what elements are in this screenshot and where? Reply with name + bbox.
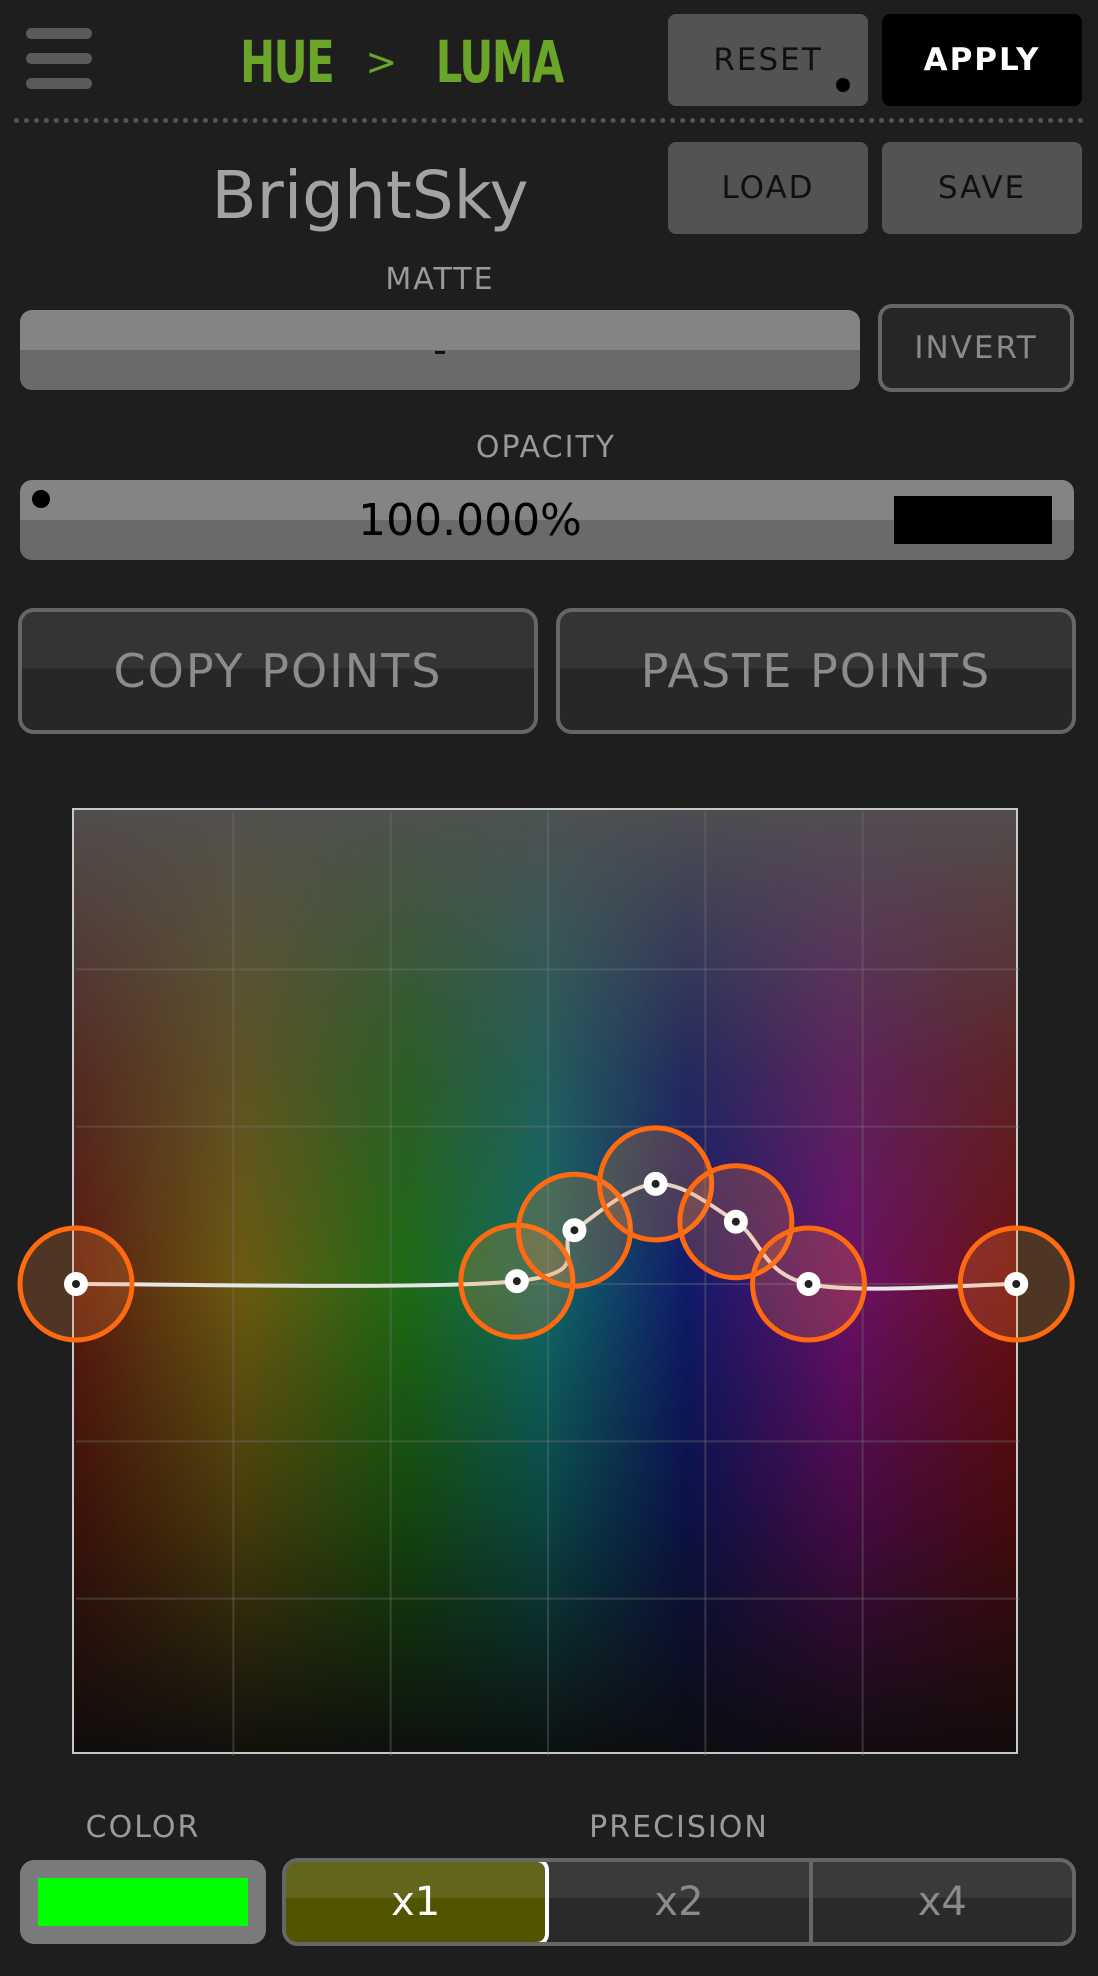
- save-button[interactable]: SAVE: [882, 142, 1082, 234]
- menu-bar-top: [26, 28, 92, 39]
- precision-x2-button[interactable]: x2: [549, 1862, 813, 1942]
- opacity-slider[interactable]: 100.000%: [20, 480, 1074, 560]
- matte-label: MATTE: [385, 262, 495, 297]
- control-point-center: [72, 1280, 80, 1288]
- hamburger-menu-icon[interactable]: [26, 28, 92, 90]
- precision-selector[interactable]: x1 x2 x4: [282, 1858, 1076, 1946]
- reset-indicator-dot: [836, 78, 850, 92]
- hue-luma-curve-editor[interactable]: [17, 808, 1075, 1756]
- color-label: COLOR: [85, 1810, 201, 1845]
- matte-value: -: [433, 328, 447, 372]
- app-title: HUE > LUMA: [240, 22, 564, 102]
- app-title-left: HUE: [240, 28, 335, 96]
- opacity-value: 100.000%: [358, 494, 582, 546]
- control-point-center: [731, 1217, 740, 1226]
- copy-points-label: COPY POINTS: [113, 644, 443, 698]
- header-divider: [14, 118, 1084, 123]
- color-swatch: [38, 1878, 248, 1926]
- apply-button[interactable]: APPLY: [882, 14, 1082, 106]
- menu-bar-middle: [26, 53, 92, 64]
- app-title-right: LUMA: [435, 28, 565, 96]
- paste-points-button[interactable]: PASTE POINTS: [556, 608, 1076, 734]
- reset-button-label: RESET: [713, 42, 823, 78]
- app-title-arrow: >: [365, 40, 398, 84]
- precision-x2-label: x2: [654, 1879, 704, 1925]
- curve-control-point[interactable]: [957, 1225, 1075, 1343]
- preset-name: BrightSky: [211, 156, 529, 234]
- curve-control-point[interactable]: [750, 1225, 868, 1343]
- precision-x1-button[interactable]: x1: [286, 1862, 550, 1942]
- control-point-center: [570, 1226, 579, 1235]
- control-point-center: [651, 1179, 660, 1188]
- opacity-label: OPACITY: [475, 430, 617, 465]
- control-point-center: [1012, 1280, 1021, 1288]
- invert-button[interactable]: INVERT: [878, 304, 1074, 392]
- color-picker[interactable]: [20, 1860, 266, 1944]
- apply-button-label: APPLY: [923, 42, 1041, 78]
- precision-label: PRECISION: [589, 1810, 769, 1845]
- precision-x4-button[interactable]: x4: [813, 1862, 1072, 1942]
- control-point-center: [804, 1280, 813, 1288]
- matte-select[interactable]: -: [20, 310, 860, 390]
- invert-button-label: INVERT: [914, 330, 1038, 366]
- reset-button[interactable]: RESET: [668, 14, 868, 106]
- curve-control-point[interactable]: [17, 1225, 135, 1343]
- opacity-swatch: [894, 496, 1052, 544]
- precision-x4-label: x4: [917, 1879, 967, 1925]
- precision-x1-label: x1: [391, 1879, 441, 1925]
- paste-points-label: PASTE POINTS: [640, 644, 992, 698]
- copy-points-button[interactable]: COPY POINTS: [18, 608, 538, 734]
- menu-bar-bottom: [26, 78, 92, 89]
- control-point-center: [512, 1277, 521, 1286]
- load-button-label: LOAD: [721, 170, 815, 206]
- save-button-label: SAVE: [937, 170, 1027, 206]
- load-button[interactable]: LOAD: [668, 142, 868, 234]
